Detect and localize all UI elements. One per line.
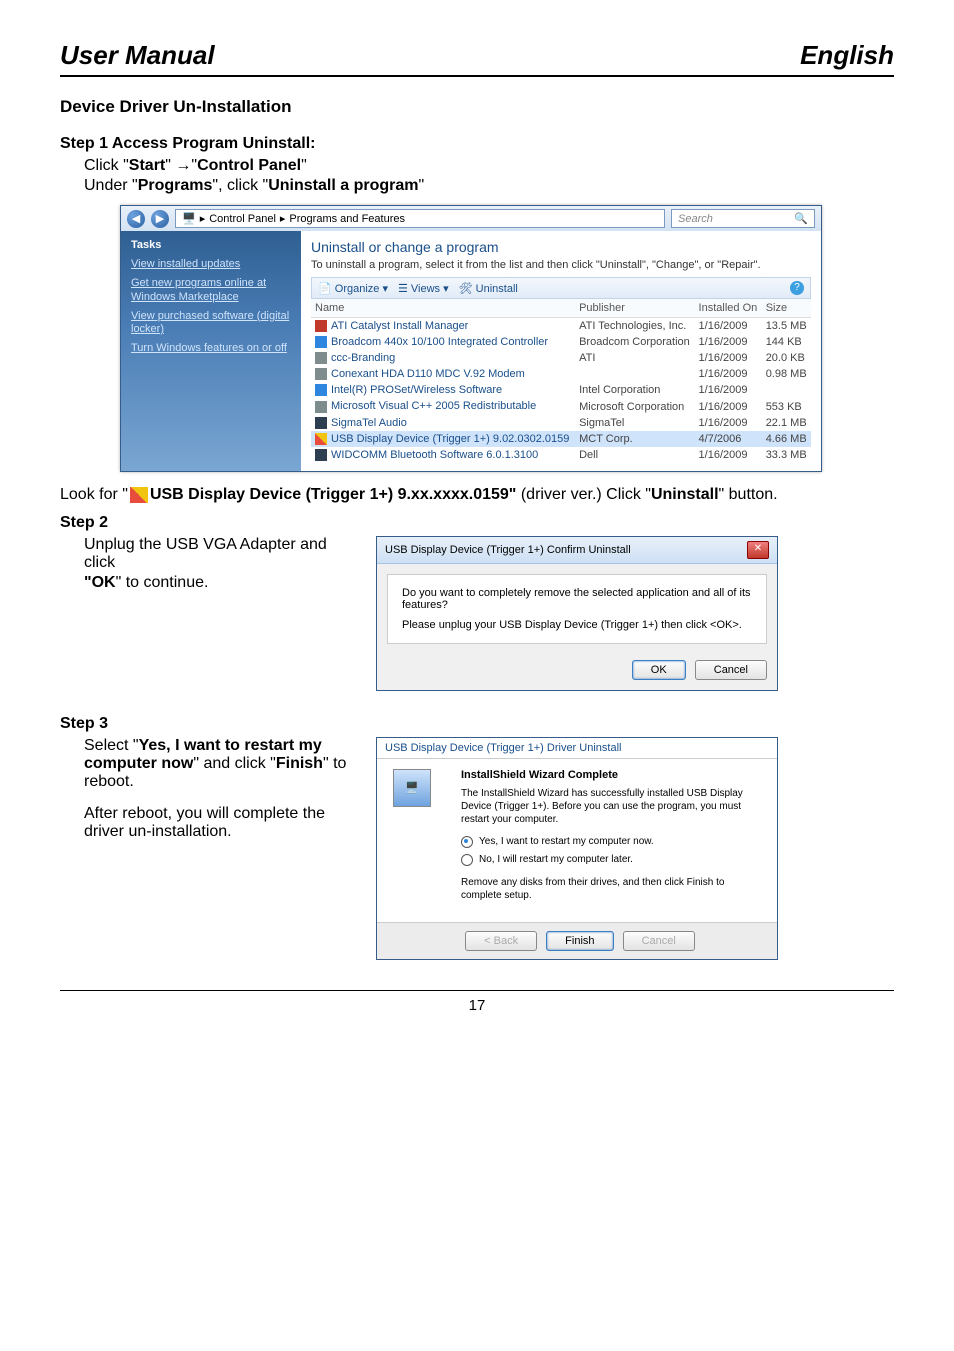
dialog-titlebar: USB Display Device (Trigger 1+) Confirm … <box>377 537 777 564</box>
manual-lang: English <box>800 40 894 71</box>
toolbar-organize[interactable]: 📄 Organize ▾ <box>318 282 388 295</box>
toolbar-views[interactable]: ☰ Views ▾ <box>398 282 449 295</box>
breadcrumb[interactable]: 🖥️ ▸ Control Panel ▸ Programs and Featur… <box>175 209 665 228</box>
program-icon <box>315 401 327 413</box>
radio-icon <box>461 836 473 848</box>
table-row[interactable]: ccc-BrandingATI1/16/200920.0 KB <box>311 350 811 366</box>
dialog-body: Do you want to completely remove the sel… <box>387 574 767 644</box>
step1-title: Step 1 Access Program Uninstall: <box>60 135 894 153</box>
col-installed[interactable]: Installed On <box>695 299 762 318</box>
radio-restart-later[interactable]: No, I will restart my computer later. <box>461 854 763 866</box>
lookfor-text: Look for "USB Display Device (Trigger 1+… <box>60 486 894 504</box>
cancel-button[interactable]: Cancel <box>695 660 767 680</box>
radio-restart-now[interactable]: Yes, I want to restart my computer now. <box>461 836 763 848</box>
window-nav-bar: ◀ ▶ 🖥️ ▸ Control Panel ▸ Programs and Fe… <box>121 206 821 231</box>
page-header: User Manual English <box>60 40 894 77</box>
step1-line1: Click "Start" →"Control Panel" <box>84 157 894 175</box>
cancel-button: Cancel <box>623 931 695 951</box>
wizard-text: The InstallShield Wizard has successfull… <box>461 787 763 826</box>
table-row[interactable]: USB Display Device (Trigger 1+) 9.02.030… <box>311 431 811 447</box>
section-title: Device Driver Un-Installation <box>60 97 894 117</box>
step2-line2: "OK" to continue. <box>84 574 360 592</box>
back-button[interactable]: ◀ <box>127 210 145 228</box>
sidebar-get-new[interactable]: Get new programs online at Windows Marke… <box>131 277 291 303</box>
search-input[interactable]: Search 🔍 <box>671 209 815 228</box>
tasks-heading: Tasks <box>131 239 291 252</box>
dialog-text1: Do you want to completely remove the sel… <box>402 587 752 611</box>
toolbar: 📄 Organize ▾ ☰ Views ▾ 🛠 Uninstall ? <box>311 277 811 299</box>
confirm-uninstall-dialog: USB Display Device (Trigger 1+) Confirm … <box>376 536 778 691</box>
program-icon <box>315 368 327 380</box>
table-row[interactable]: Conexant HDA D110 MDC V.92 Modem1/16/200… <box>311 366 811 382</box>
tasks-sidebar: Tasks View installed updates Get new pro… <box>121 231 301 471</box>
wizard-title: USB Display Device (Trigger 1+) Driver U… <box>377 738 777 759</box>
close-icon[interactable]: ✕ <box>747 541 769 559</box>
page-number: 17 <box>60 990 894 1014</box>
step2-title: Step 2 <box>60 514 894 532</box>
table-row[interactable]: ATI Catalyst Install ManagerATI Technolo… <box>311 318 811 335</box>
table-row[interactable]: Broadcom 440x 10/100 Integrated Controll… <box>311 334 811 350</box>
search-icon: 🔍 <box>794 212 808 225</box>
step1-line2: Under "Programs", click "Uninstall a pro… <box>84 177 894 195</box>
table-row[interactable]: SigmaTel AudioSigmaTel1/16/200922.1 MB <box>311 415 811 431</box>
step3-line2: After reboot, you will complete the driv… <box>84 805 360 841</box>
wizard-heading: InstallShield Wizard Complete <box>461 769 763 781</box>
ok-button[interactable]: OK <box>632 660 686 680</box>
program-icon <box>315 336 327 348</box>
sidebar-view-updates[interactable]: View installed updates <box>131 258 291 271</box>
wizard-side: 🖥️ <box>377 759 447 922</box>
program-table: Name Publisher Installed On Size ATI Cat… <box>311 299 811 463</box>
help-icon[interactable]: ? <box>790 281 804 295</box>
col-size[interactable]: Size <box>762 299 811 318</box>
radio-icon <box>461 854 473 866</box>
manual-title: User Manual <box>60 40 215 71</box>
driver-uninstall-wizard: USB Display Device (Trigger 1+) Driver U… <box>376 737 778 960</box>
table-row[interactable]: WIDCOMM Bluetooth Software 6.0.1.3100Del… <box>311 447 811 463</box>
forward-button[interactable]: ▶ <box>151 210 169 228</box>
pane-subtext: To uninstall a program, select it from t… <box>311 259 811 271</box>
folder-icon: 🖥️ <box>182 212 196 225</box>
back-button: < Back <box>465 931 537 951</box>
program-icon <box>315 352 327 364</box>
sidebar-windows-features[interactable]: Turn Windows features on or off <box>131 342 291 355</box>
wizard-hint: Remove any disks from their drives, and … <box>461 876 763 902</box>
toolbar-uninstall[interactable]: 🛠 Uninstall <box>459 282 518 295</box>
step3-line1: Select "Yes, I want to restart my comput… <box>84 737 360 791</box>
sidebar-purchased[interactable]: View purchased software (digital locker) <box>131 310 291 336</box>
program-icon <box>315 433 327 445</box>
col-name[interactable]: Name <box>311 299 575 318</box>
step2-line1: Unplug the USB VGA Adapter and click <box>84 536 360 572</box>
computer-icon: 🖥️ <box>393 769 431 807</box>
usb-display-icon <box>130 487 148 503</box>
table-row[interactable]: Intel(R) PROSet/Wireless SoftwareIntel C… <box>311 382 811 398</box>
program-icon <box>315 320 327 332</box>
finish-button[interactable]: Finish <box>546 931 613 951</box>
table-row[interactable]: Microsoft Visual C++ 2005 Redistributabl… <box>311 398 811 414</box>
program-icon <box>315 449 327 461</box>
dialog-text2: Please unplug your USB Display Device (T… <box>402 619 752 631</box>
step3-title: Step 3 <box>60 715 894 733</box>
pane-heading: Uninstall or change a program <box>311 239 811 255</box>
control-panel-window: ◀ ▶ 🖥️ ▸ Control Panel ▸ Programs and Fe… <box>120 205 822 472</box>
program-icon <box>315 384 327 396</box>
col-publisher[interactable]: Publisher <box>575 299 694 318</box>
program-icon <box>315 417 327 429</box>
main-pane: Uninstall or change a program To uninsta… <box>301 231 821 471</box>
